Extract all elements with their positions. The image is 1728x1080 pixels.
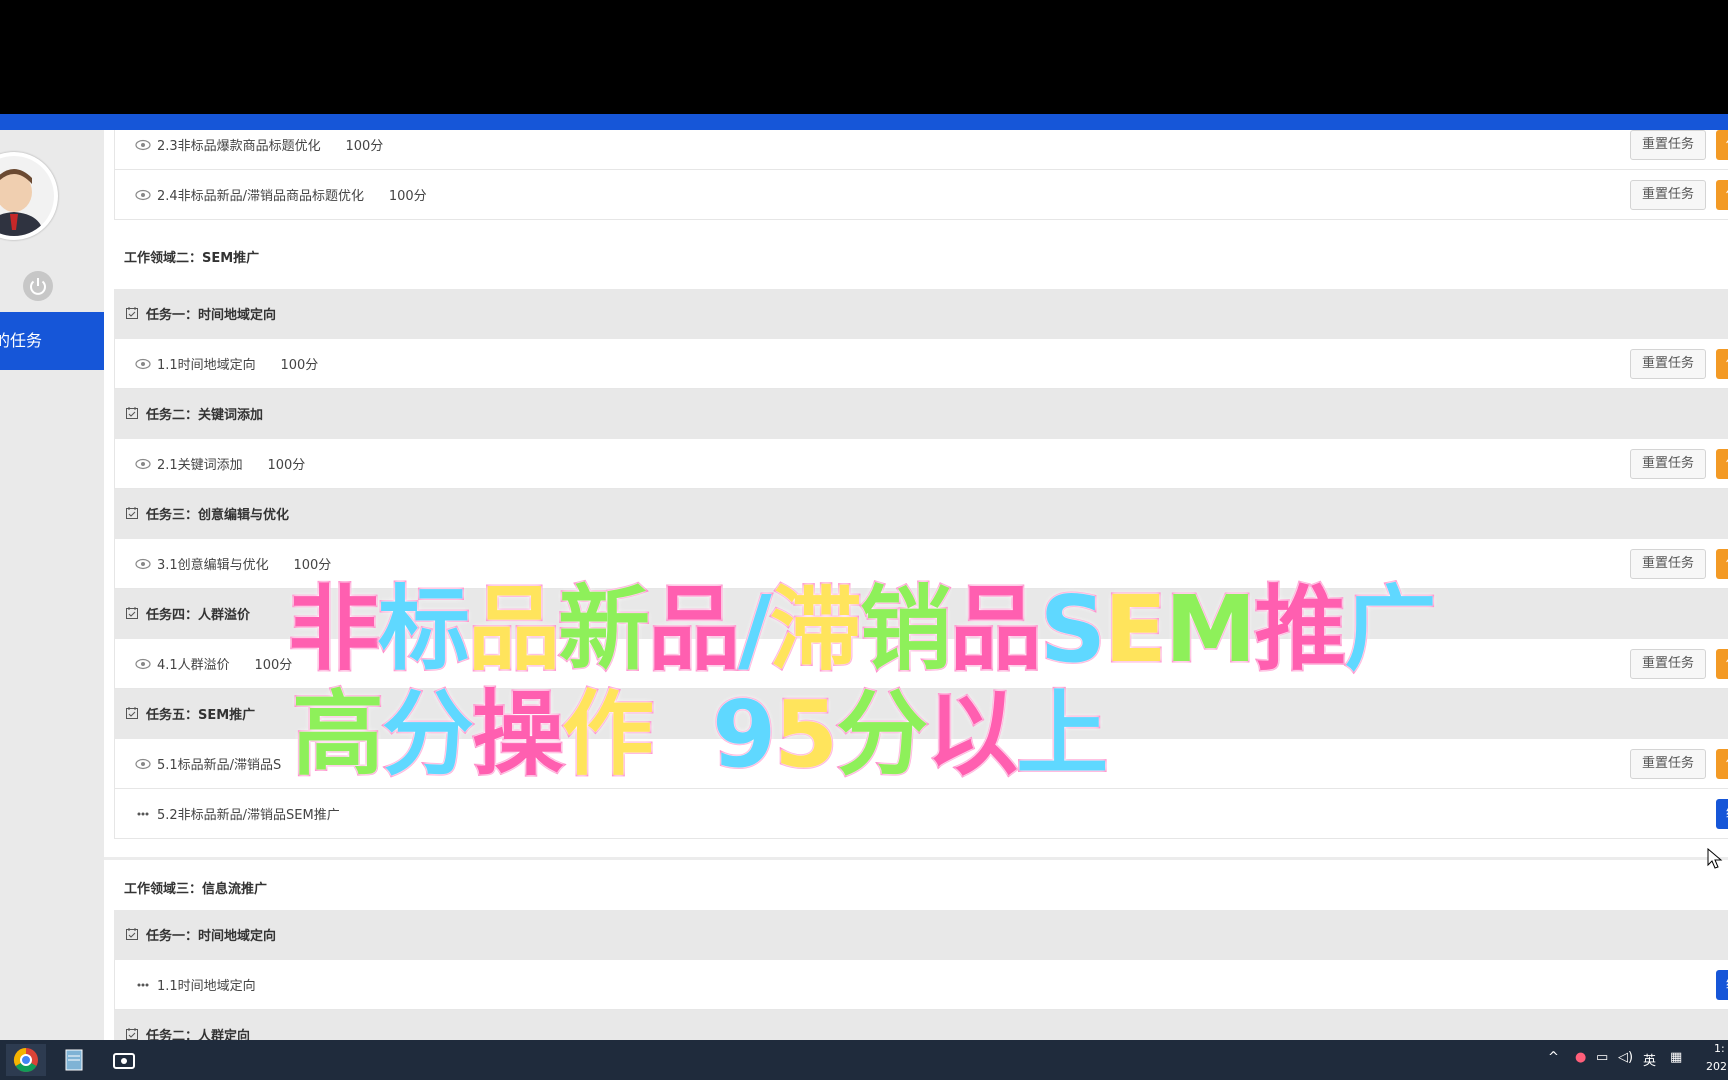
reset-task-button[interactable]: 重置任务 — [1630, 749, 1706, 779]
task-row-label: 4.1人群溢价 100分 — [157, 658, 293, 673]
task-row: 1.1时间地域定向 继 — [114, 960, 1728, 1010]
sidebar: 的任务 — [0, 130, 104, 1040]
task-header-label: 任务三：创意编辑与优化 — [146, 508, 290, 523]
more-dots-icon — [137, 983, 149, 987]
task-action-button[interactable]: 任 — [1716, 749, 1728, 779]
task-row: 4.1人群溢价 100分 重置任务 任 — [114, 639, 1728, 689]
reset-task-button[interactable]: 重置任务 — [1630, 349, 1706, 379]
task-action-button[interactable]: 任 — [1716, 449, 1728, 479]
task-action-button[interactable]: 任 — [1716, 180, 1728, 210]
ime-indicator[interactable]: 英 — [1643, 1050, 1656, 1069]
eye-icon[interactable] — [135, 757, 151, 771]
task-row: 2.1关键词添加 100分 重置任务 任 — [114, 439, 1728, 489]
network-icon[interactable]: ▭ — [1596, 1050, 1608, 1065]
task-action-button[interactable]: 任 — [1716, 649, 1728, 679]
recorder-app-icon — [113, 1053, 135, 1069]
work-area-title: 工作领域三：信息流推广 — [124, 882, 268, 897]
reset-task-button[interactable]: 重置任务 — [1630, 130, 1706, 160]
task-header-label: 任务四：人群溢价 — [146, 608, 251, 623]
task-row: 5.1标品新品/滞销品S 重置任务 任 — [114, 739, 1728, 789]
task-row: 2.4非标品新品/滞销品商品标题优化 100分 重置任务 任 — [114, 170, 1728, 220]
app-header-bar — [0, 114, 1728, 130]
app-viewport: 的任务 2.3非标品爆款商品标题优化 100分 重置任务 任 2.4非标品新品/… — [0, 130, 1728, 1040]
task-row: 3.1创意编辑与优化 100分 重置任务 任 — [114, 539, 1728, 589]
video-top-black-bar — [0, 0, 1728, 114]
task-row: 5.2非标品新品/滞销品SEM推广 继 — [114, 789, 1728, 839]
reset-task-button[interactable]: 重置任务 — [1630, 180, 1706, 210]
reset-task-button[interactable]: 重置任务 — [1630, 649, 1706, 679]
sidebar-item-my-tasks[interactable]: 的任务 — [0, 312, 104, 370]
task-row: 1.1时间地域定向 100分 重置任务 任 — [114, 339, 1728, 389]
task-header: 任务四：人群溢价 — [114, 589, 1728, 639]
task-row-label: 2.1关键词添加 100分 — [157, 458, 306, 473]
calendar-check-icon — [126, 1028, 138, 1040]
task-row-label: 3.1创意编辑与优化 100分 — [157, 558, 332, 573]
keyboard-grid-icon[interactable]: ▦ — [1670, 1050, 1682, 1065]
calendar-check-icon — [126, 407, 138, 419]
avatar — [0, 152, 58, 240]
calendar-check-icon — [126, 707, 138, 719]
mouse-cursor-icon — [1707, 848, 1723, 869]
work-area-3-card: 工作领域三：信息流推广 任务一：时间地域定向 1.1时间地域定向 继 任务二：人… — [104, 860, 1728, 1040]
task-row-label: 5.2非标品新品/滞销品SEM推广 — [157, 808, 340, 823]
eye-icon[interactable] — [135, 557, 151, 571]
calendar-check-icon — [126, 307, 138, 319]
task-header-label: 任务二：关键词添加 — [146, 408, 264, 423]
clock-time[interactable]: 1: — [1714, 1042, 1725, 1055]
task-row-label: 2.4非标品新品/滞销品商品标题优化 100分 — [157, 189, 427, 204]
taskbar-app[interactable] — [54, 1044, 94, 1076]
task-action-button[interactable]: 任 — [1716, 130, 1728, 160]
task-header: 任务一：时间地域定向 — [114, 289, 1728, 339]
taskbar: ^ ● ▭ ◁) 英 ▦ 1: 202 — [0, 1040, 1728, 1080]
task-header-label: 任务五：SEM推广 — [146, 708, 256, 723]
task-row-label: 1.1时间地域定向 — [157, 979, 256, 994]
task-row-label: 1.1时间地域定向 100分 — [157, 358, 319, 373]
chrome-icon — [13, 1048, 38, 1073]
reset-task-button[interactable]: 重置任务 — [1630, 449, 1706, 479]
task-header-label: 任务一：时间地域定向 — [146, 308, 277, 323]
clock-date[interactable]: 202 — [1706, 1060, 1727, 1073]
taskbar-app[interactable] — [104, 1044, 144, 1076]
reset-task-button[interactable]: 重置任务 — [1630, 549, 1706, 579]
continue-task-button[interactable]: 继 — [1716, 970, 1728, 1000]
task-action-button[interactable]: 任 — [1716, 549, 1728, 579]
calendar-check-icon — [126, 607, 138, 619]
task-header-label: 任务一：时间地域定向 — [146, 929, 277, 944]
calendar-check-icon — [126, 507, 138, 519]
tray-chevron-up-icon[interactable]: ^ — [1548, 1050, 1559, 1065]
eye-icon[interactable] — [135, 457, 151, 471]
calendar-check-icon — [126, 928, 138, 940]
volume-icon[interactable]: ◁) — [1618, 1050, 1633, 1065]
continue-task-button[interactable]: 继 — [1716, 799, 1728, 829]
task-header-label: 任务二：人群定向 — [146, 1029, 251, 1040]
power-button[interactable] — [23, 271, 53, 301]
task-header: 任务一：时间地域定向 — [114, 910, 1728, 960]
tray-record-dot-icon: ● — [1575, 1050, 1587, 1065]
power-icon — [30, 278, 46, 295]
task-header: 任务三：创意编辑与优化 — [114, 489, 1728, 539]
eye-icon[interactable] — [135, 138, 151, 152]
sidebar-item-label: 的任务 — [0, 331, 43, 350]
more-dots-icon — [137, 812, 149, 816]
notebook-app-icon — [65, 1049, 83, 1071]
task-action-button[interactable]: 任 — [1716, 349, 1728, 379]
task-header: 任务二：人群定向 — [114, 1010, 1728, 1040]
task-row-label: 2.3非标品爆款商品标题优化 100分 — [157, 139, 384, 154]
task-row-label: 5.1标品新品/滞销品S — [157, 758, 282, 773]
eye-icon[interactable] — [135, 357, 151, 371]
task-header: 任务二：关键词添加 — [114, 389, 1728, 439]
work-area-2-card: 工作领域二：SEM推广 任务一：时间地域定向 1.1时间地域定向 100分 重置… — [104, 227, 1728, 857]
eye-icon[interactable] — [135, 657, 151, 671]
work-area-title: 工作领域二：SEM推广 — [124, 251, 260, 266]
task-row: 2.3非标品爆款商品标题优化 100分 重置任务 任 — [114, 130, 1728, 170]
user-avatar-icon — [0, 156, 54, 236]
eye-icon[interactable] — [135, 188, 151, 202]
task-header: 任务五：SEM推广 — [114, 689, 1728, 739]
taskbar-chrome[interactable] — [6, 1044, 46, 1076]
